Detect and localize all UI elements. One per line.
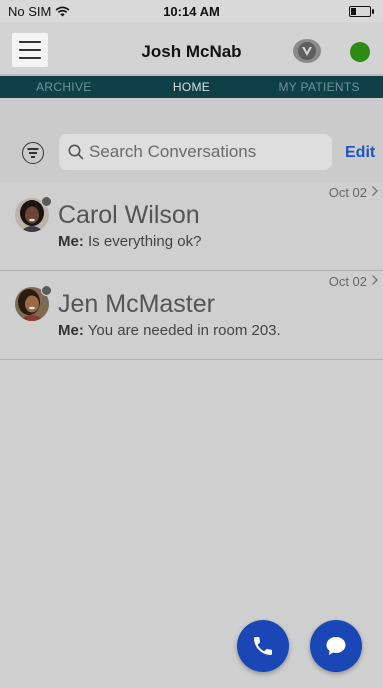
chat-bubble-icon	[326, 637, 346, 655]
shield-logo-icon[interactable]	[292, 38, 322, 64]
page-title: Josh McNab	[141, 42, 242, 61]
conversation-date: Oct 02	[328, 185, 367, 200]
edit-button[interactable]: Edit	[345, 144, 375, 162]
contact-name: Jen McMaster	[58, 290, 215, 318]
last-message: Me: Is everything ok?	[58, 233, 201, 250]
status-dot	[41, 196, 52, 207]
message-text: You are needed in room 203.	[87, 322, 281, 339]
last-message: Me: You are needed in room 203.	[58, 322, 281, 339]
tab-home[interactable]: HOME	[128, 76, 256, 98]
conversation-date: Oct 02	[328, 274, 367, 289]
contact-name: Carol Wilson	[58, 201, 200, 229]
conversation-list: Carol Wilson Me: Is everything ok? Oct 0…	[0, 182, 383, 360]
message-sender: Me:	[58, 322, 84, 339]
search-icon	[68, 144, 84, 160]
message-sender: Me:	[58, 233, 84, 250]
chevron-right-icon	[372, 186, 378, 196]
status-time: 10:14 AM	[163, 4, 220, 19]
call-button[interactable]	[237, 620, 289, 672]
chevron-right-icon	[372, 275, 378, 285]
avatar-wrap	[15, 285, 52, 321]
tab-my-patients[interactable]: MY PATIENTS	[255, 76, 383, 98]
app-header: Josh McNab	[0, 22, 383, 74]
phone-icon	[254, 637, 272, 655]
conversation-item[interactable]: Carol Wilson Me: Is everything ok? Oct 0…	[0, 182, 383, 271]
status-bar: No SIM 10:14 AM	[0, 0, 383, 22]
filter-icon[interactable]	[22, 142, 44, 164]
app-screen: No SIM 10:14 AM Josh McNab ARCHIVE HOME	[0, 0, 383, 688]
tab-archive[interactable]: ARCHIVE	[0, 76, 128, 98]
avatar-wrap	[15, 196, 52, 232]
new-chat-button[interactable]	[310, 620, 362, 672]
search-input[interactable]	[89, 134, 327, 170]
search-area: Edit	[0, 98, 383, 182]
status-dot	[41, 285, 52, 296]
tab-bar: ARCHIVE HOME MY PATIENTS	[0, 76, 383, 98]
search-box[interactable]	[59, 134, 332, 170]
battery-icon	[349, 6, 374, 17]
message-text: Is everything ok?	[88, 233, 202, 250]
presence-status-icon[interactable]	[350, 42, 370, 62]
conversation-item[interactable]: Jen McMaster Me: You are needed in room …	[0, 271, 383, 360]
